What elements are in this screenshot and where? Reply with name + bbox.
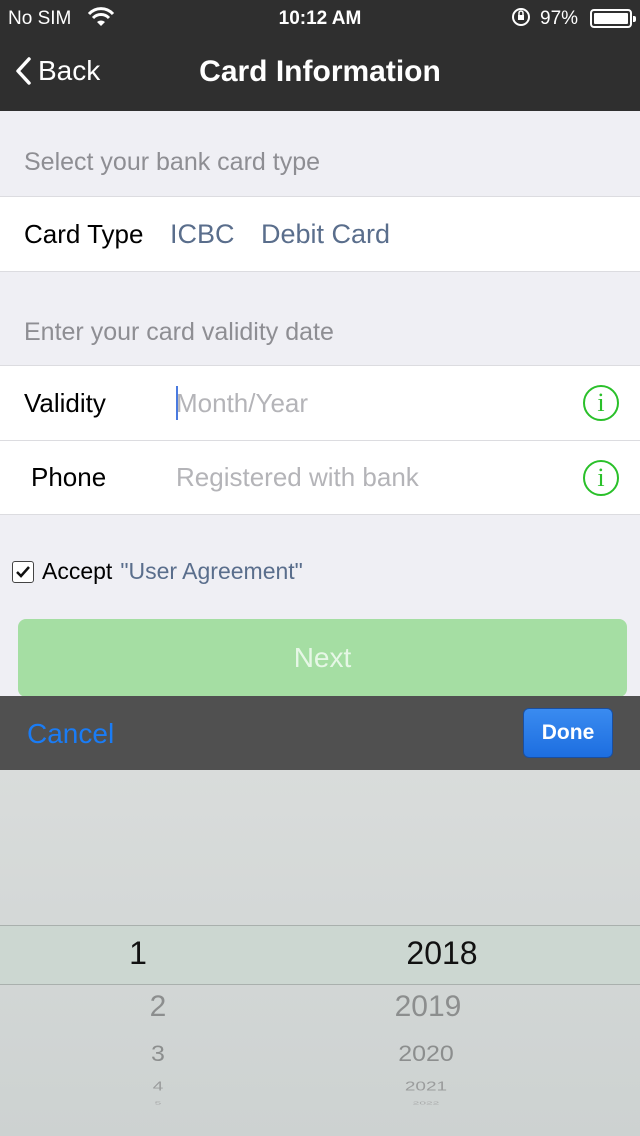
validity-info-icon[interactable]: i [583, 385, 619, 421]
phone-row: Phone i [0, 440, 640, 514]
picker-toolbar: Cancel Done [0, 696, 640, 770]
accept-label: Accept [42, 558, 113, 584]
year-wheel[interactable]: 2018 2019 2020 2021 2022 [352, 770, 532, 1136]
month-option[interactable]: 5 [98, 1100, 218, 1106]
month-option[interactable]: 2 [98, 990, 218, 1024]
card-kind: Debit Card [261, 218, 391, 249]
checkmark-icon [16, 565, 30, 578]
status-bar: No SIM 10:12 AM 97% [0, 0, 640, 36]
date-picker[interactable]: 1 2 3 4 5 2018 2019 2020 2021 2022 [0, 770, 640, 1136]
validity-row: Validity i [0, 366, 640, 440]
navigation-bar: Back Card Information [0, 36, 640, 111]
month-option[interactable]: 3 [98, 1041, 218, 1067]
card-type-section-header: Select your bank card type [24, 148, 320, 176]
agreement-row: Accept "User Agreement" [12, 558, 303, 585]
validity-section-header: Enter your card validity date [24, 318, 334, 346]
phone-info-icon[interactable]: i [583, 459, 619, 496]
picker-done-button[interactable]: Done [523, 708, 613, 758]
bank-name: ICBC [170, 218, 235, 249]
user-agreement-link[interactable]: "User Agreement" [120, 558, 303, 585]
validity-label: Validity [24, 387, 106, 418]
orientation-lock-icon [510, 6, 532, 34]
battery-percent: 97% [540, 8, 579, 29]
next-button[interactable]: Next [18, 619, 627, 697]
picker-cancel-button[interactable]: Cancel [27, 718, 114, 750]
battery-icon [590, 9, 636, 28]
year-option[interactable]: 2019 [338, 990, 518, 1024]
year-option[interactable]: 2018 [352, 935, 532, 972]
year-option[interactable]: 2021 [336, 1079, 516, 1094]
page-title: Card Information [199, 55, 441, 88]
card-type-group: Card Type ICBC Debit Card [0, 196, 640, 272]
year-option[interactable]: 2020 [336, 1041, 516, 1067]
validity-input[interactable] [176, 387, 556, 419]
month-option[interactable]: 4 [98, 1079, 218, 1094]
card-type-row[interactable]: Card Type ICBC Debit Card [0, 197, 640, 271]
month-option[interactable]: 1 [78, 935, 198, 972]
validity-group: Validity i Phone i [0, 365, 640, 515]
text-caret [176, 386, 178, 420]
phone-label: Phone [31, 462, 107, 492]
card-type-label: Card Type [24, 218, 144, 249]
month-wheel[interactable]: 1 2 3 4 5 [98, 770, 218, 1136]
agreement-checkbox[interactable] [12, 560, 34, 583]
year-option[interactable]: 2022 [336, 1100, 516, 1106]
phone-input[interactable] [176, 462, 556, 493]
